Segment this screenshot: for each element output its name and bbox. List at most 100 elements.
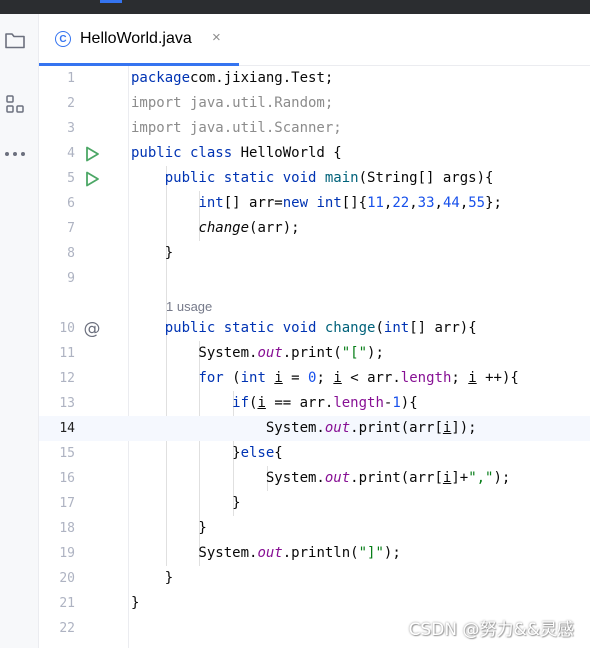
code-token: System. [131,545,258,561]
code-line[interactable]: 7 change(arr); [39,216,590,241]
code-line[interactable]: 10 @ public static void change(int[] arr)… [39,316,590,341]
line-number[interactable]: 14 [39,416,75,441]
run-icon[interactable] [82,169,102,189]
code-token: } [131,445,241,461]
line-number[interactable]: 15 [39,441,75,466]
close-icon[interactable]: × [212,29,221,46]
code-text: System.out.println("]"); [131,541,401,566]
code-token: change [324,320,376,336]
line-number[interactable]: 19 [39,541,75,566]
line-number[interactable]: 12 [39,366,75,391]
code-token: ; [316,370,334,386]
code-token: } [131,495,241,511]
code-token: , [409,195,418,211]
code-text: import java.util.Scanner; [131,116,342,141]
code-token: int [198,195,224,211]
code-token: package [131,70,191,86]
code-token: public static void [164,170,325,186]
code-token: change [198,220,250,236]
code-line[interactable]: 3 import java.util.Scanner; [39,116,590,141]
code-token: } [131,570,174,586]
line-number[interactable]: 10 [39,316,75,341]
line-number[interactable]: 1 [39,66,75,91]
line-number[interactable]: 6 [39,191,75,216]
code-token: 33 [417,195,435,211]
code-token: out [257,545,283,561]
code-line[interactable]: 1 packagecom.jixiang.Test; [39,66,590,91]
code-text: for (int i = 0; i < arr.length; i ++){ [131,366,518,391]
tab-helloworld-java[interactable]: C HelloWorld.java × [39,14,239,66]
code-text: public static void main(String[] args){ [131,166,494,191]
code-token: .print(arr[ [350,420,443,436]
code-token: out [257,345,283,361]
code-line[interactable]: 14 System.out.print(arr[i]); [39,416,590,441]
code-token: , [459,195,469,211]
code-token: == arr. [265,395,334,411]
line-number[interactable]: 20 [39,566,75,591]
code-line[interactable]: 12 for (int i = 0; i < arr.length; i ++)… [39,366,590,391]
code-token: [] arr){ [409,320,477,336]
line-number[interactable]: 11 [39,341,75,366]
code-line[interactable]: 18 } [39,516,590,541]
code-line[interactable]: 6 int[] arr=new int[]{11,22,33,44,55}; [39,191,590,216]
code-text: } [131,491,241,516]
code-line[interactable]: 4 public class HelloWorld { [39,141,590,166]
editor-tab-bar: C HelloWorld.java × [39,14,590,66]
override-icon[interactable]: @ [82,319,102,339]
code-token: []{ [341,195,368,211]
line-number[interactable]: 18 [39,516,75,541]
code-editor[interactable]: 1 usage 1 packagecom.jixiang.Test; 2 import… [39,66,590,648]
code-token: if [232,395,250,411]
code-line[interactable]: 2 import java.util.Random; [39,91,590,116]
project-folder-icon[interactable] [2,27,28,53]
code-token: < arr. [341,370,401,386]
code-line[interactable]: 16 System.out.print(arr[i]+","); [39,466,590,491]
code-token: out [324,420,351,436]
code-token: [] arr= [223,195,283,211]
tab-label: HelloWorld.java [80,30,192,47]
line-number[interactable]: 13 [39,391,75,416]
code-text: System.out.print("["); [131,341,383,366]
code-line[interactable]: 5 public static void main(String[] args)… [39,166,590,191]
code-line[interactable]: 9 [39,266,590,291]
code-line[interactable]: 8 } [39,241,590,266]
code-text: } [131,591,139,616]
structure-icon[interactable] [2,91,28,117]
code-token: = [282,370,309,386]
code-line[interactable]: 17 } [39,491,590,516]
line-number[interactable]: 3 [39,116,75,141]
code-text: }else{ [131,441,283,466]
run-icon[interactable] [82,144,102,164]
more-icon[interactable] [2,141,28,167]
code-line[interactable]: 13 if(i == arr.length-1){ [39,391,590,416]
line-number[interactable]: 16 [39,466,75,491]
code-line[interactable]: 19 System.out.println("]"); [39,541,590,566]
code-text: packagecom.jixiang.Test; [131,66,333,91]
code-line[interactable]: 21} [39,591,590,616]
line-number[interactable]: 5 [39,166,75,191]
code-text: change(arr); [131,216,299,241]
code-token: } [131,595,140,611]
line-number[interactable]: 9 [39,266,75,291]
watermark: CSDN @努力&&灵感 [408,620,574,640]
line-number[interactable]: 8 [39,241,75,266]
line-number[interactable]: 4 [39,141,75,166]
line-number[interactable]: 2 [39,91,75,116]
code-token: } [131,245,174,261]
line-number[interactable]: 21 [39,591,75,616]
line-number[interactable]: 17 [39,491,75,516]
code-token: length [333,395,384,411]
code-line[interactable]: 20 } [39,566,590,591]
code-token: out [324,470,351,486]
code-token: } [131,520,207,536]
code-line[interactable]: 15 }else{ [39,441,590,466]
line-number[interactable]: 7 [39,216,75,241]
code-token: ( [232,370,241,386]
code-token: HelloWorld { [240,145,342,161]
code-line[interactable]: 11 System.out.print("["); [39,341,590,366]
code-token: ); [383,545,401,561]
line-number[interactable]: 22 [39,616,75,641]
